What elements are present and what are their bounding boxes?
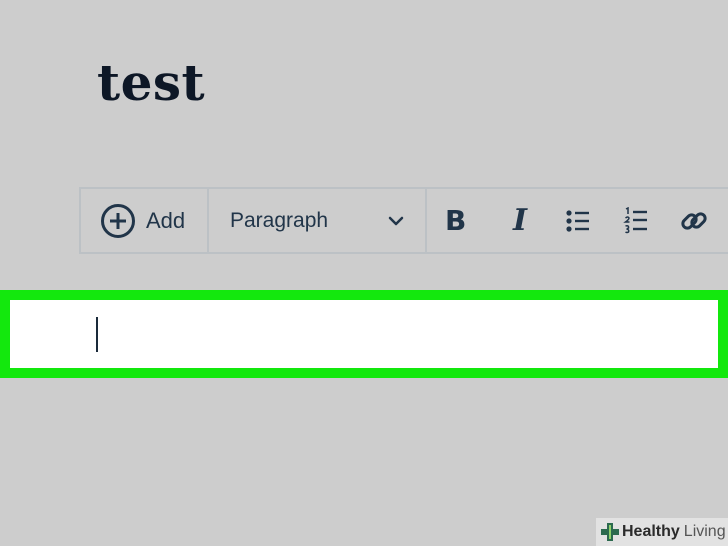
numbered-list-button[interactable] <box>607 201 665 241</box>
watermark-brand-light: Living <box>683 523 726 540</box>
paragraph-editor-highlight <box>0 290 728 378</box>
bulleted-list-icon <box>566 209 589 232</box>
paragraph-input[interactable] <box>10 300 718 368</box>
chevron-down-icon <box>388 216 404 225</box>
link-icon <box>681 211 707 230</box>
bold-button[interactable]: B <box>445 201 491 241</box>
block-format-value: Paragraph <box>230 208 329 232</box>
add-circle-icon <box>101 203 135 238</box>
text-cursor <box>96 317 98 352</box>
add-label: Add <box>146 207 186 233</box>
watermark-brand-bold: Healthy <box>622 523 680 540</box>
italic-icon: I <box>512 203 528 238</box>
formatting-toolbar: Add Paragraph B I <box>79 187 728 254</box>
block-format-dropdown[interactable]: Paragraph <box>209 189 425 252</box>
inline-format-group: B I <box>427 189 723 252</box>
document-title[interactable]: test <box>97 50 205 116</box>
medical-cross-icon <box>601 523 619 541</box>
bulleted-list-button[interactable] <box>549 201 607 241</box>
add-block-button[interactable]: Add <box>81 189 207 252</box>
watermark: Healthy Living <box>596 518 728 546</box>
numbered-list-icon <box>623 206 647 233</box>
link-button[interactable] <box>665 201 723 241</box>
italic-button[interactable]: I <box>491 201 549 241</box>
bold-icon: B <box>445 204 467 237</box>
